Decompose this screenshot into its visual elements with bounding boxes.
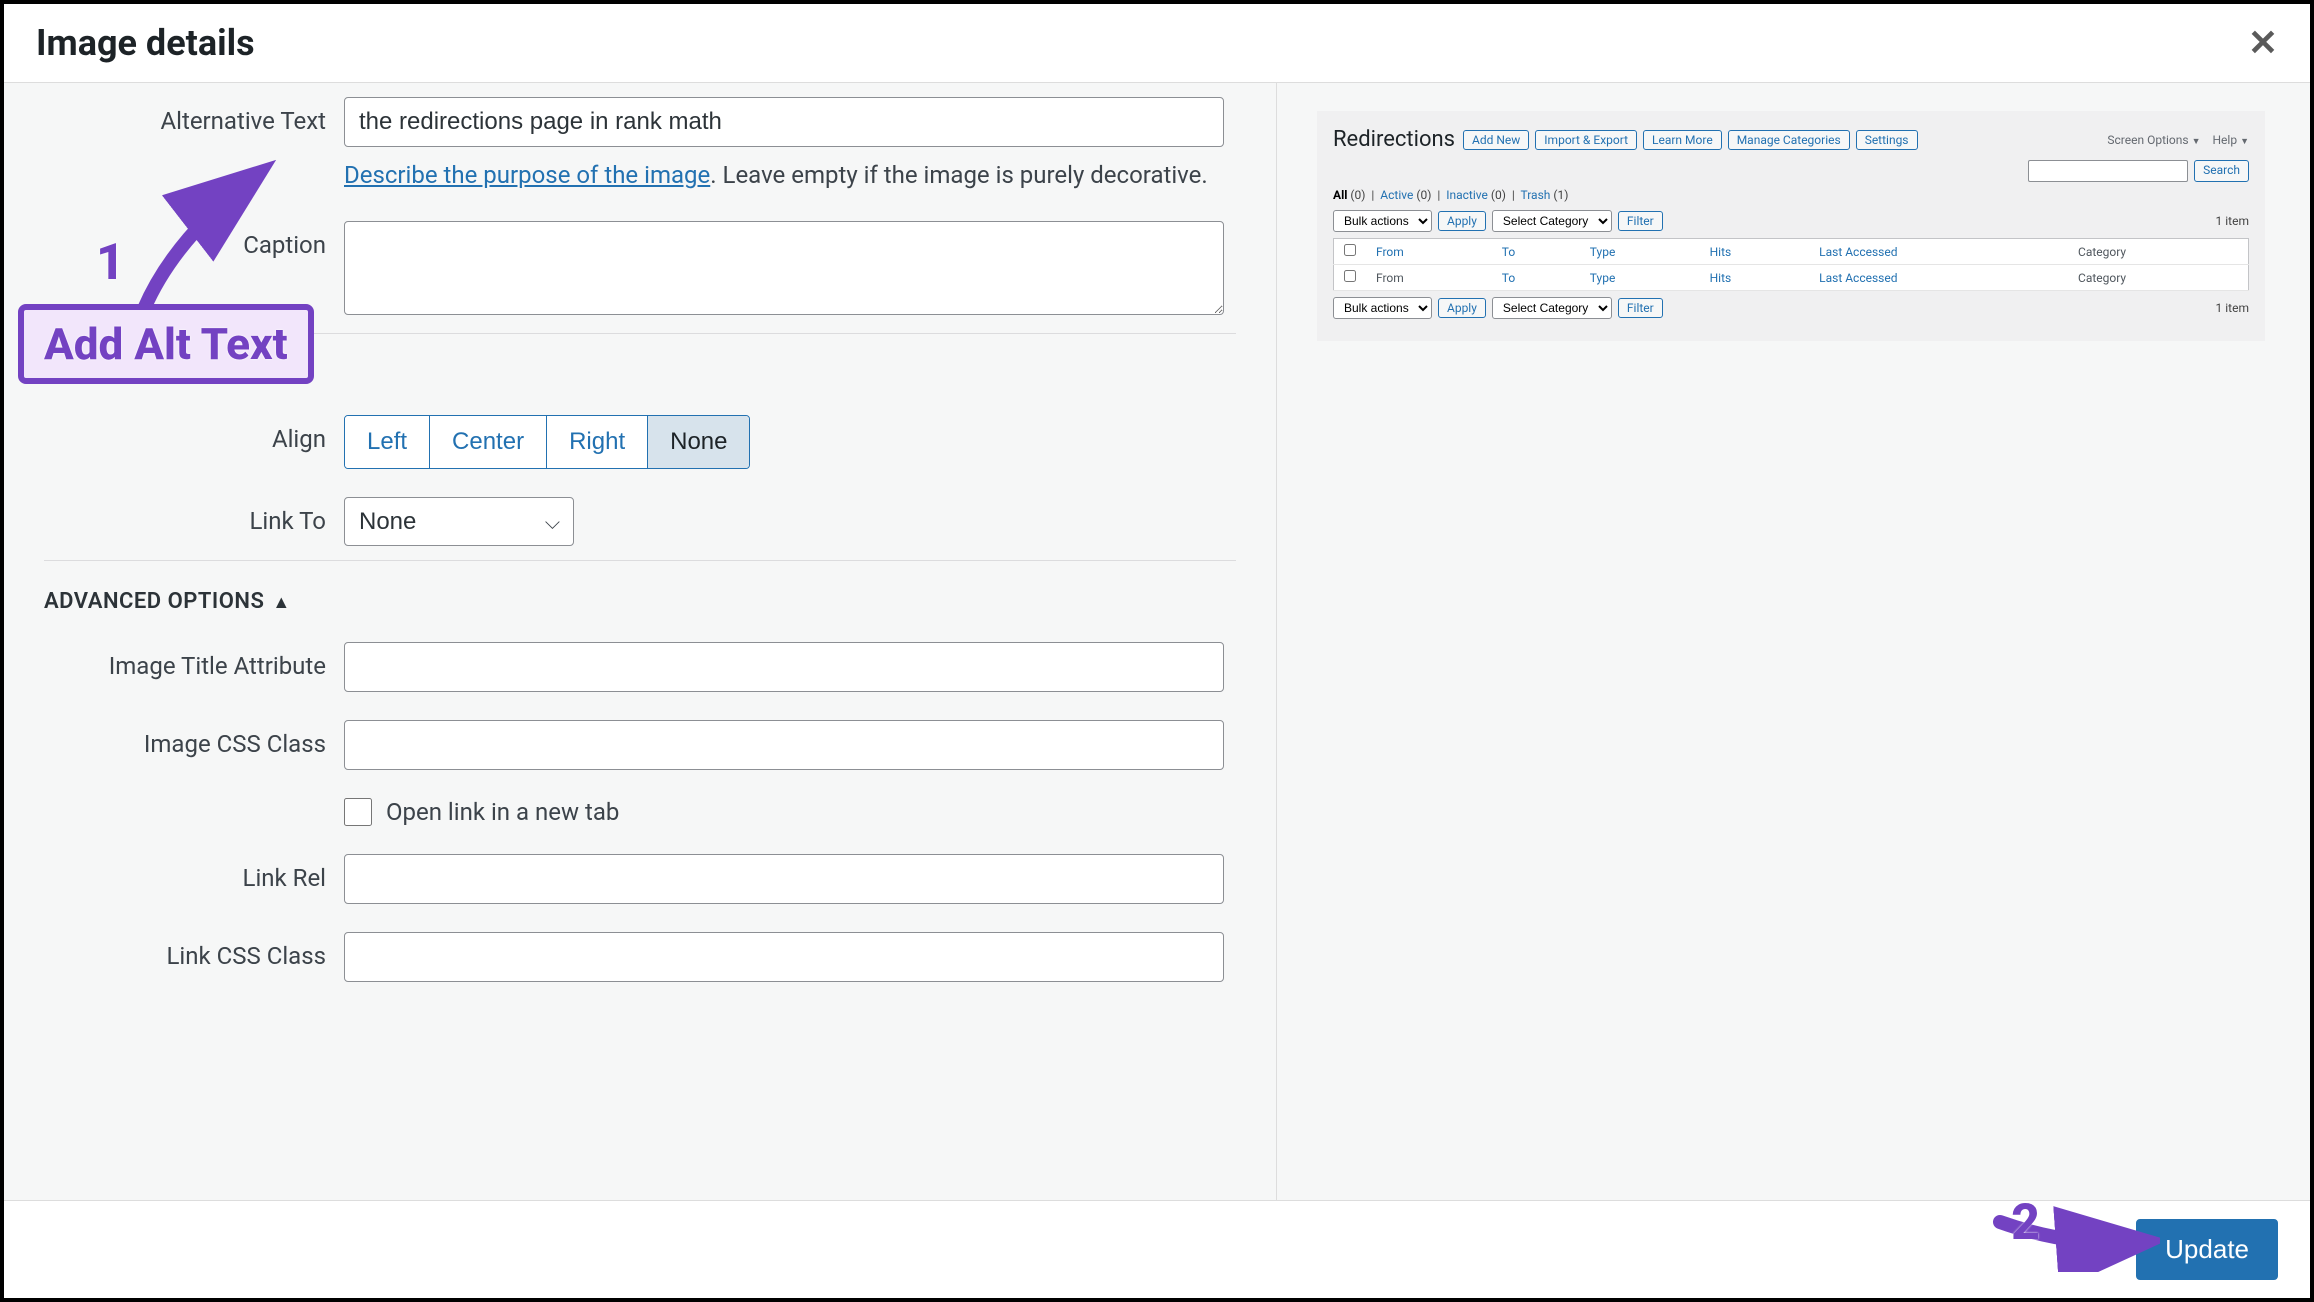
preview-learn-more: Learn More xyxy=(1643,130,1722,150)
preview-category-select-bottom: Select Category xyxy=(1492,297,1612,319)
align-center-button[interactable]: Center xyxy=(430,416,547,468)
caption-input[interactable] xyxy=(344,221,1224,315)
preview-status-links: All (0) | Active (0) | Inactive (0) | Tr… xyxy=(1333,188,2249,202)
annotation-number-2: 2 xyxy=(2011,1194,2040,1252)
new-tab-checkbox[interactable] xyxy=(344,798,372,826)
annotation-number-1: 1 xyxy=(96,234,125,292)
css-class-input[interactable] xyxy=(344,720,1224,770)
preview-item-count-bottom: 1 item xyxy=(2216,301,2249,315)
preview-add-new: Add New xyxy=(1463,130,1529,150)
image-preview-panel: Redirections Add New Import & Export Lea… xyxy=(1317,111,2265,341)
link-rel-input[interactable] xyxy=(344,854,1224,904)
new-tab-label: Open link in a new tab xyxy=(386,798,619,826)
preview-help: Help ▼ xyxy=(2213,133,2250,147)
preview-title: Redirections xyxy=(1333,127,1455,152)
alt-text-label: Alternative Text xyxy=(44,97,344,135)
preview-filter-bottom: Filter xyxy=(1618,298,1663,318)
preview-table: From To Type Hits Last Accessed Category xyxy=(1333,238,2249,291)
alt-help-text: Describe the purpose of the image. Leave… xyxy=(344,157,1224,193)
title-attr-input[interactable] xyxy=(344,642,1224,692)
title-attr-label: Image Title Attribute xyxy=(44,642,344,680)
preview-manage-categories: Manage Categories xyxy=(1728,130,1850,150)
describe-image-link[interactable]: Describe the purpose of the image xyxy=(344,161,710,189)
preview-screen-options: Screen Options ▼ xyxy=(2107,133,2200,147)
preview-apply-top: Apply xyxy=(1438,211,1486,231)
align-right-button[interactable]: Right xyxy=(547,416,648,468)
align-none-button[interactable]: None xyxy=(648,416,749,468)
align-label: Align xyxy=(44,415,344,453)
preview-filter-top: Filter xyxy=(1618,211,1663,231)
link-to-label: Link To xyxy=(44,497,344,535)
preview-search-input xyxy=(2028,160,2188,182)
preview-bulk-select-top: Bulk actions xyxy=(1333,210,1432,232)
preview-apply-bottom: Apply xyxy=(1438,298,1486,318)
preview-settings: Settings xyxy=(1856,130,1918,150)
annotation-badge: Add Alt Text xyxy=(18,304,314,384)
preview-bulk-select-bottom: Bulk actions xyxy=(1333,297,1432,319)
preview-category-select-top: Select Category xyxy=(1492,210,1612,232)
preview-search-button: Search xyxy=(2194,160,2249,182)
preview-item-count-top: 1 item xyxy=(2216,214,2249,228)
align-left-button[interactable]: Left xyxy=(345,416,430,468)
css-class-label: Image CSS Class xyxy=(44,720,344,758)
link-rel-label: Link Rel xyxy=(44,854,344,892)
modal-title: Image details xyxy=(36,22,255,64)
advanced-options-toggle[interactable]: ADVANCED OPTIONS▲ xyxy=(4,561,1276,628)
close-icon[interactable]: ✕ xyxy=(2248,22,2278,64)
alt-text-input[interactable] xyxy=(344,97,1224,147)
link-css-class-label: Link CSS Class xyxy=(44,932,344,970)
link-css-class-input[interactable] xyxy=(344,932,1224,982)
link-to-select[interactable]: None xyxy=(344,497,574,546)
collapse-up-icon: ▲ xyxy=(272,592,290,613)
preview-import-export: Import & Export xyxy=(1535,130,1637,150)
align-button-group: Left Center Right None xyxy=(344,415,750,469)
